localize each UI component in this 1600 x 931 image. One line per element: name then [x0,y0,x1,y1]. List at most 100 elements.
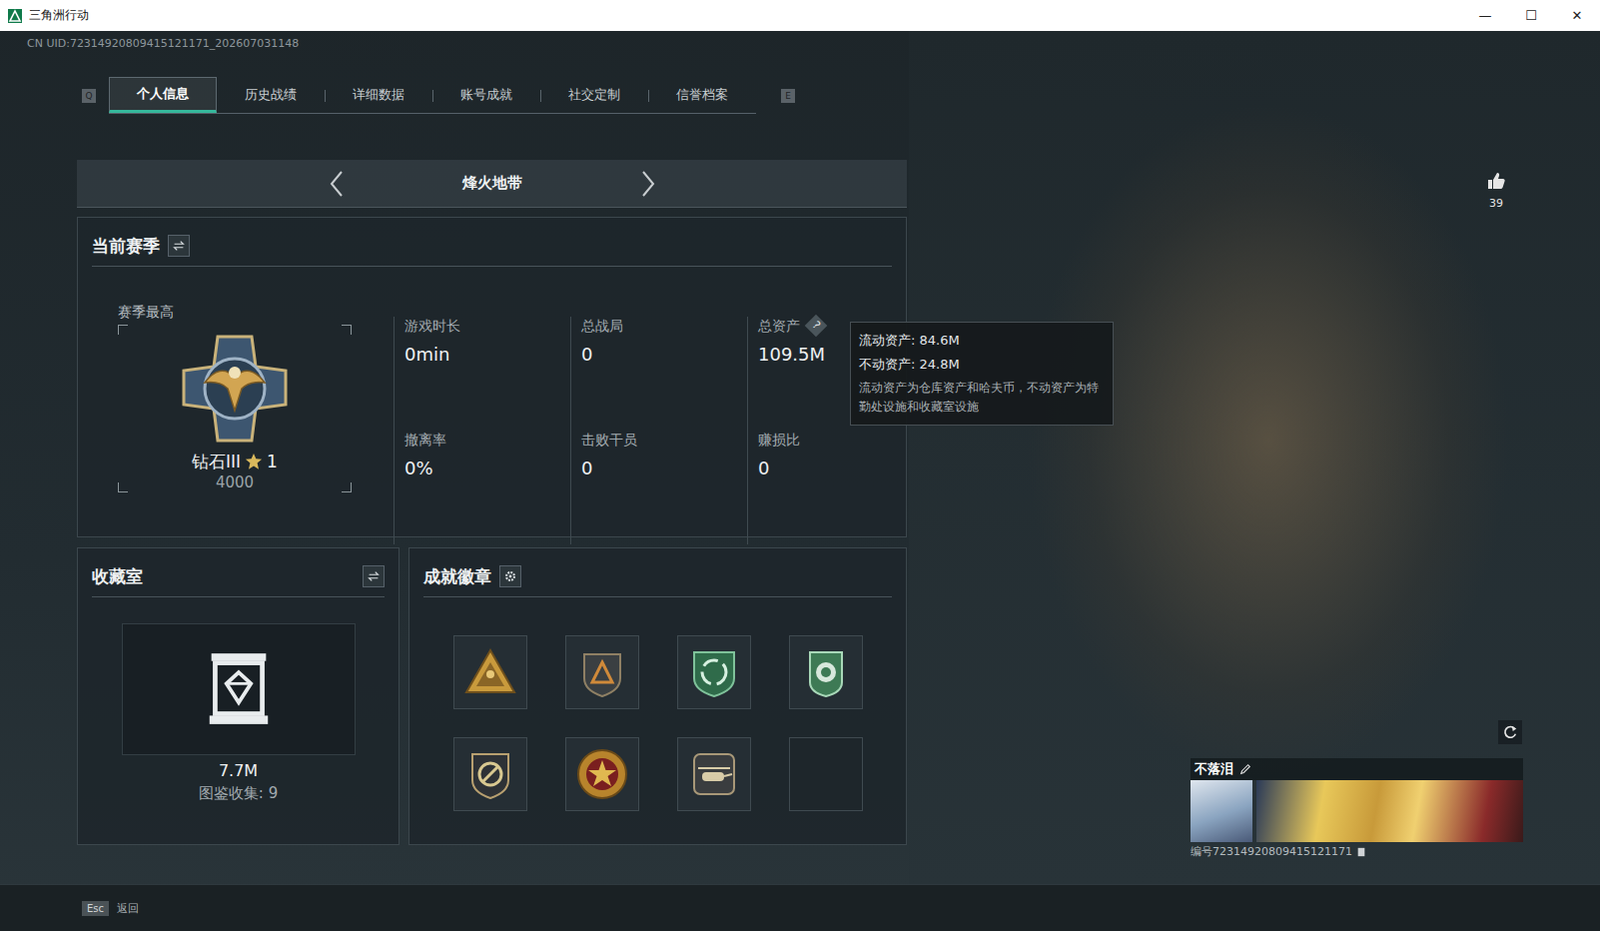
thumbs-up-icon [1486,170,1507,191]
badge-slot[interactable] [453,635,528,710]
achievement-badge-icon [686,644,743,701]
tab[interactable]: 账号成就 [432,76,541,113]
app-window: 三角洲行动 —☐✕ CN UID:72314920809415121171_2026… [0,0,1600,931]
edit-icon[interactable] [1239,763,1252,776]
player-id: 编号72314920809415121171 [1190,843,1353,860]
uid-label: CN UID:72314920809415121171_202607031148 [26,36,909,51]
achievement-badge-icon [686,746,743,802]
tooltip-note: 流动资产为仓库资产和哈夫币，不动资产为特勤处设施和收藏室设施 [858,378,1105,417]
title-bar: 三角洲行动 —☐✕ [0,0,1600,31]
player-id-row: 编号72314920809415121171 [1190,843,1524,860]
left-column: CN UID:72314920809415121171_202607031148… [0,30,909,884]
stat-label: 撤离率 [404,430,577,449]
avatar-picture[interactable] [1190,780,1253,842]
esc-key[interactable]: Esc [81,900,109,916]
rank-box: 钻石III14000 [117,324,352,493]
stat-value: 0 [581,456,754,481]
badge-slot[interactable] [677,737,752,811]
collection-value: 7.7M [218,761,258,782]
delta-logo-icon [7,8,22,23]
tab[interactable]: 社交定制 [540,76,649,113]
achievement-badge-icon [462,644,519,701]
collection-box[interactable] [121,623,356,756]
badge-slot[interactable] [789,635,863,710]
chevron-right-icon[interactable] [640,169,657,198]
stat: 击败干员 0 [570,430,754,545]
stat-value: 0% [404,456,577,481]
tab-separator [540,89,542,102]
swap-icon [366,569,381,584]
card-images [1190,780,1524,842]
rank-line: 钻石III1 [191,450,278,473]
badge-slot[interactable] [789,737,863,811]
stat-value: 0 [758,456,906,481]
next-tab-key[interactable]: E [781,88,796,103]
collection-count: 图鉴收集: 9 [198,783,278,803]
collection-title: 收藏室 [91,564,143,589]
best-label: 赛季最高 [117,302,400,321]
display-cabinet-icon [205,651,272,728]
stats-grid: 游戏时长 0min总战局 0总资产 ?109.5M撤离率 0%击败干员 0赚损比… [399,266,906,545]
tab[interactable]: 历史战绩 [216,76,325,113]
bottom-panels: 收藏室 7.7M图鉴收集: 9 成就徽章 [76,547,907,845]
likes-count: 39 [1489,196,1504,211]
tab-bar: 个人信息 历史战绩 详细数据 账号成就 社交定制 信誉档案 [108,76,757,114]
stat: 赚损比 0 [747,430,906,545]
collection-panel: 收藏室 7.7M图鉴收集: 9 [76,547,400,845]
swap-icon [171,238,186,253]
window-title: 三角洲行动 [28,6,89,24]
badge-slot[interactable] [565,737,640,811]
settings-button[interactable] [499,565,522,588]
stat-value: 0min [404,342,577,367]
stat-label: 赚损比 [758,430,906,449]
refresh-button[interactable] [1498,720,1523,745]
tooltip-line: 流动资产: 84.6M [858,328,1105,353]
star-count: 1 [266,450,278,473]
rank-emblem-icon [179,332,290,445]
tab-row: Q 个人信息 历史战绩 详细数据 账号成就 社交定制 信誉档案 E [76,76,907,114]
player-name-row: 不落泪 [1190,758,1524,781]
likes-counter[interactable]: 39 [1486,170,1507,211]
collection-header: 收藏室 [91,548,385,598]
stat-label: 总战局 [581,316,754,335]
season-panel: 当前赛季赛季最高钻石III14000游戏时长 0min总战局 0总资产 ?109… [76,216,907,538]
back-label[interactable]: 返回 [116,900,139,916]
help-icon[interactable]: ? [804,314,828,338]
window-control-button[interactable]: ✕ [1554,7,1600,23]
window-controls: —☐✕ [1462,7,1600,23]
main-area: CN UID:72314920809415121171_202607031148… [0,30,1600,884]
season-body: 赛季最高钻石III14000 游戏时长 0min总战局 0总资产 ?109.5M撤… [77,266,906,545]
season-title: 当前赛季 [91,233,160,258]
achievement-badge-icon [574,644,631,701]
banner-picture [1256,780,1524,842]
swap-button[interactable] [362,565,385,588]
tab[interactable]: 详细数据 [324,76,433,113]
mode-label: 烽火地带 [462,173,523,193]
chevron-left-icon[interactable] [328,169,345,198]
swap-button[interactable] [167,234,190,257]
prev-tab-key[interactable]: Q [81,88,96,103]
window-control-button[interactable]: — [1462,7,1509,23]
character-picture: 39 不落泪编号72314920809415121171 [908,30,1600,884]
stat: 撤离率 0% [393,430,577,545]
achievements-panel: 成就徽章 [408,547,907,845]
stat-label: 游戏时长 [404,316,577,335]
achievements-header: 成就徽章 [423,548,892,598]
badge-grid [409,597,906,811]
badge-slot[interactable] [453,737,528,811]
player-name: 不落泪 [1194,760,1234,779]
footer-bar: Esc 返回 [0,883,1600,931]
copy-icon[interactable] [1356,846,1367,857]
tab[interactable]: 信誉档案 [648,76,757,113]
stat: 总战局 0 [570,316,754,431]
tab[interactable]: 个人信息 [108,76,217,113]
badge-slot[interactable] [565,635,640,710]
badge-slot[interactable] [677,635,752,710]
refresh-icon [1501,723,1520,742]
assets-tooltip: 流动资产: 84.6M不动资产: 24.8M流动资产为仓库资产和哈夫币，不动资产… [849,321,1114,426]
achievement-badge-icon [574,746,631,802]
tab-separator [324,89,326,102]
stat-label: 击败干员 [581,430,754,449]
window-control-button[interactable]: ☐ [1508,7,1555,23]
profile-content: Q 个人信息 历史战绩 详细数据 账号成就 社交定制 信誉档案 E 烽火地带当前赛季… [76,50,907,845]
